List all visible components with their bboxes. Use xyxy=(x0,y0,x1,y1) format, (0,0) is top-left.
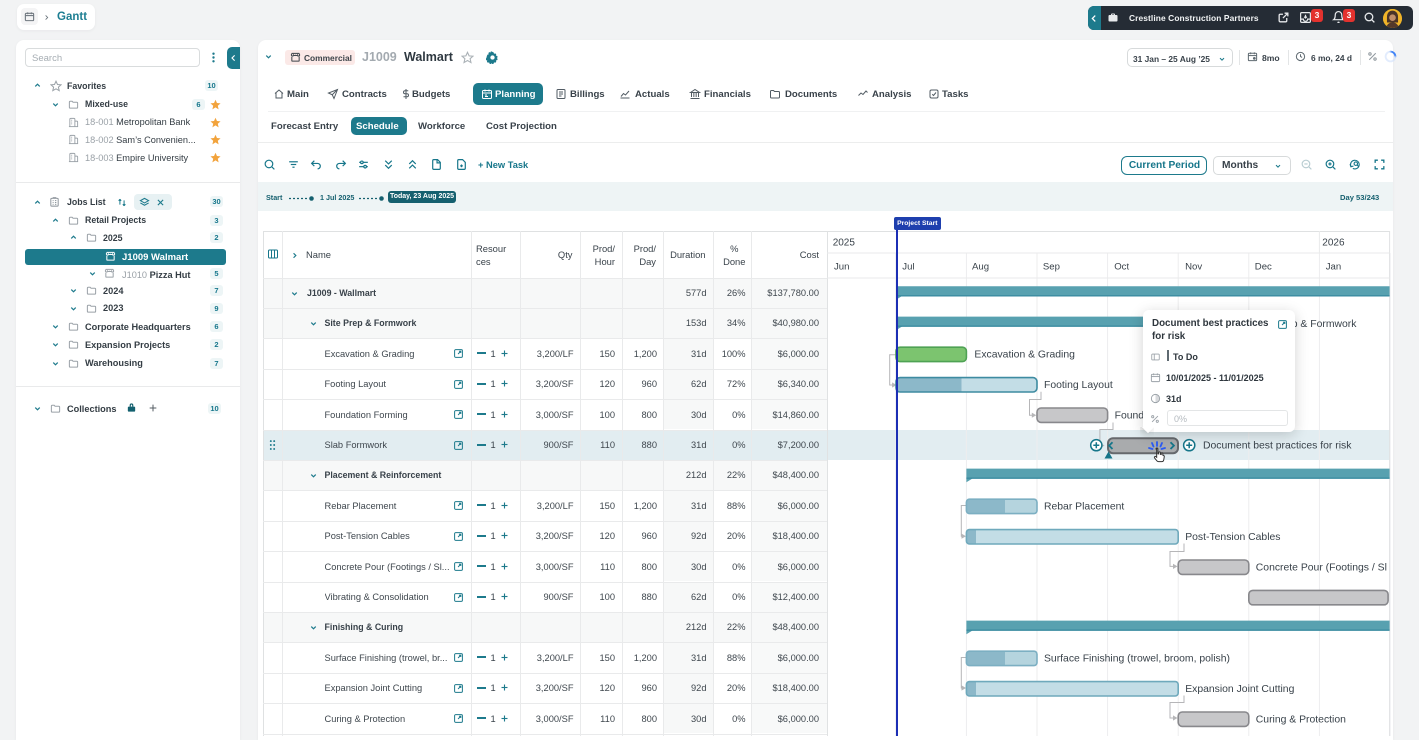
svg-text:2026: 2026 xyxy=(1322,237,1345,248)
svg-text:2025: 2025 xyxy=(833,237,856,248)
svg-text:Post-Tension Cables: Post-Tension Cables xyxy=(1185,531,1280,542)
svg-text:Surface Finishing (trowel, bro: Surface Finishing (trowel, broom, polish… xyxy=(1044,653,1230,664)
svg-text:Jul: Jul xyxy=(902,261,914,272)
svg-text:Excavation & Grading: Excavation & Grading xyxy=(974,349,1075,360)
svg-text:Aug: Aug xyxy=(972,261,989,272)
svg-text:Document best practices for ri: Document best practices for risk xyxy=(1203,440,1352,451)
svg-text:Jun: Jun xyxy=(834,261,849,272)
svg-text:Dec: Dec xyxy=(1255,261,1272,272)
svg-text:Sep: Sep xyxy=(1043,261,1060,272)
svg-text:Footing Layout: Footing Layout xyxy=(1044,379,1113,390)
svg-text:Oct: Oct xyxy=(1114,261,1129,272)
svg-text:Jan: Jan xyxy=(1326,261,1341,272)
svg-text:Expansion Joint Cutting: Expansion Joint Cutting xyxy=(1185,683,1294,694)
svg-text:Curing & Protection: Curing & Protection xyxy=(1256,714,1346,725)
svg-text:Nov: Nov xyxy=(1185,261,1202,272)
svg-text:Rebar Placement: Rebar Placement xyxy=(1044,501,1124,512)
svg-text:Concrete Pour (Footings / Sl: Concrete Pour (Footings / Sl xyxy=(1256,562,1387,573)
